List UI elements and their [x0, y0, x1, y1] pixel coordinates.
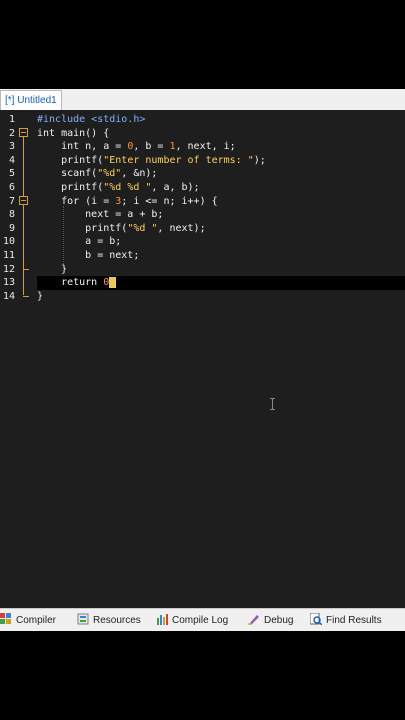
tab-compile-log[interactable]: Compile Log	[156, 612, 228, 630]
line-number: 5	[8, 168, 15, 180]
code-token: "%d "	[127, 222, 158, 234]
tab-untitled1[interactable]: [*] Untitled1	[0, 90, 62, 110]
resources-icon	[77, 613, 89, 625]
code-token: , b =	[133, 141, 170, 153]
code-token: printf(	[37, 154, 104, 166]
code-line: next = a + b;	[37, 208, 163, 222]
bottom-black-area	[0, 631, 405, 720]
fold-end-main	[23, 296, 29, 297]
code-token: "%d"	[97, 168, 122, 180]
line-number: 3	[8, 141, 15, 153]
code-token: scanf(	[37, 168, 98, 180]
line-number: 2	[8, 127, 15, 139]
line-number: 13	[2, 277, 15, 289]
tab-find-results[interactable]: Find Results	[309, 612, 382, 630]
top-black-area	[0, 0, 405, 89]
tab-debug-label: Debug	[264, 615, 294, 626]
line-number: 9	[8, 222, 15, 234]
line-number: 4	[8, 154, 15, 166]
code-token: #include <stdio.h>	[37, 114, 146, 125]
line-number: 11	[2, 250, 15, 261]
line-number: 6	[8, 182, 15, 193]
tab-compiler[interactable]: Compiler	[0, 612, 56, 630]
line-number: 14	[2, 290, 15, 302]
code-line: a = b;	[37, 235, 121, 249]
code-line: }	[37, 263, 67, 277]
line-number: 10	[2, 236, 15, 248]
line-number: 8	[8, 209, 15, 221]
code-editor[interactable]: 1 2 3 4 5 6 7 8 9 10 11 12 13 14 #include <stdio.h> in…	[0, 110, 405, 608]
code-line: printf("%d ", next);	[37, 222, 206, 236]
code-token: , a, b);	[151, 182, 200, 193]
editor-tab-bar: [*] Untitled1	[0, 89, 405, 111]
fold-end-for	[23, 269, 29, 270]
tab-compile-log-label: Compile Log	[172, 615, 229, 626]
code-token: a = b;	[37, 236, 122, 248]
debug-icon	[248, 613, 260, 625]
code-line: int main() {	[37, 127, 109, 141]
code-token: "%d %d "	[103, 182, 152, 193]
code-token: int n, a =	[37, 141, 128, 153]
fold-line-main	[23, 137, 24, 295]
tab-resources-label: Resources	[93, 615, 141, 626]
line-number: 1	[8, 114, 15, 125]
code-token: printf(	[37, 222, 128, 234]
code-line: b = next;	[37, 249, 139, 263]
tab-resources[interactable]: Resources	[77, 612, 141, 630]
line-number: 12	[2, 263, 15, 275]
line-number: 7	[8, 195, 15, 207]
code-line: for (i = 3; i <= n; i++) {	[37, 195, 218, 209]
code-token: int main() {	[37, 127, 110, 139]
code-token: ; i <= n; i++) {	[121, 195, 218, 207]
compile-log-icon	[156, 613, 168, 625]
mouse-ibeam-icon	[270, 398, 275, 410]
fold-toggle-main-icon[interactable]	[19, 128, 28, 137]
code-token: , &n);	[121, 168, 158, 180]
code-token: , next, i;	[175, 141, 236, 153]
code-line: }	[37, 290, 43, 304]
code-token: printf(	[37, 182, 104, 193]
fold-toggle-for-icon[interactable]	[19, 196, 28, 205]
code-token: return	[37, 277, 104, 289]
tab-compiler-label: Compiler	[16, 615, 57, 626]
code-token: }	[37, 263, 68, 275]
code-token: }	[37, 290, 44, 302]
code-token: "Enter number of terms: "	[103, 154, 254, 166]
tab-debug[interactable]: Debug	[248, 612, 293, 630]
compiler-icon	[0, 613, 12, 625]
code-line: return 0	[37, 276, 117, 290]
code-token: b = next;	[37, 250, 140, 261]
code-line: printf("Enter number of terms: ");	[37, 154, 266, 168]
code-line: int n, a = 0, b = 1, next, i;	[37, 140, 236, 154]
code-token: , next);	[157, 222, 206, 234]
bottom-panel-tabs: Compiler Resources Compile Log Debug Fin…	[0, 608, 405, 631]
code-line: scanf("%d", &n);	[37, 167, 157, 181]
text-cursor	[109, 276, 117, 288]
find-results-icon	[309, 612, 323, 626]
code-line: #include <stdio.h>	[37, 113, 145, 127]
line-number-gutter: 1 2 3 4 5 6 7 8 9 10 11 12 13 14	[0, 110, 32, 608]
code-line: printf("%d %d ", a, b);	[37, 181, 200, 195]
code-token: );	[253, 154, 266, 166]
code-token: next = a + b;	[37, 209, 164, 221]
code-token: for (i =	[37, 195, 116, 207]
tab-find-results-label: Find Results	[326, 615, 382, 626]
